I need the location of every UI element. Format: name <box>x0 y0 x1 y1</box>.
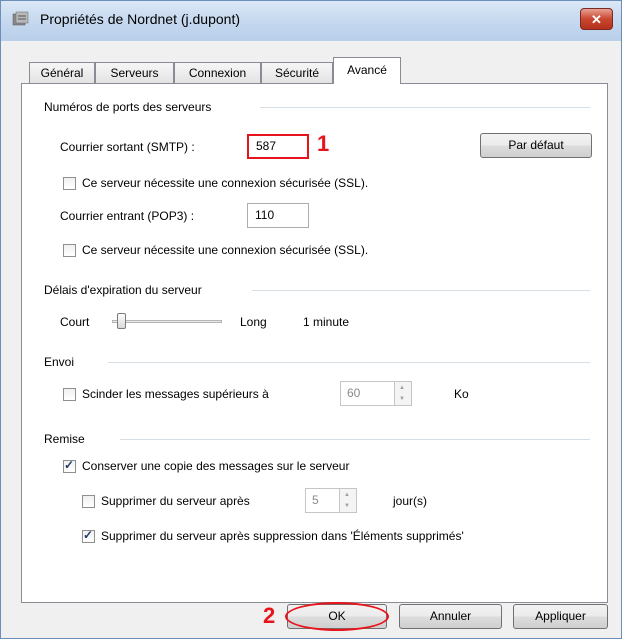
tab-advanced[interactable]: Avancé <box>333 57 401 84</box>
pop3-port-input[interactable]: 110 <box>247 203 309 228</box>
smtp-ssl-label: Ce serveur nécessite une connexion sécur… <box>82 176 369 190</box>
split-size-value: 60 <box>347 386 361 400</box>
spin-down-icon[interactable]: ▼ <box>344 503 350 509</box>
spin-up-icon[interactable]: ▲ <box>399 385 405 391</box>
tab-servers[interactable]: Serveurs <box>95 62 174 83</box>
timeout-section-divider <box>252 290 590 291</box>
tab-panel-advanced <box>21 83 608 603</box>
split-size-spinner[interactable]: 60 ▲ ▼ <box>340 381 412 406</box>
spinner-arrows[interactable]: ▲ ▼ <box>339 489 356 512</box>
cancel-button[interactable]: Annuler <box>399 604 502 629</box>
split-size-unit: Ko <box>454 387 469 401</box>
timeout-slider-thumb[interactable] <box>117 313 127 329</box>
annotation-step-1: 1 <box>317 131 330 156</box>
keep-copy-label: Conserver une copie des messages sur le … <box>82 459 350 473</box>
ok-annotation-ellipse <box>285 602 389 631</box>
delivery-section-divider <box>120 439 590 440</box>
ports-section-divider <box>260 107 590 108</box>
spin-up-icon[interactable]: ▲ <box>344 492 350 498</box>
delete-after-days-spinner[interactable]: 5 ▲ ▼ <box>305 488 357 513</box>
apply-button[interactable]: Appliquer <box>513 604 608 629</box>
pop3-ssl-checkbox[interactable] <box>63 244 76 257</box>
delete-after-checkbox[interactable] <box>82 495 95 508</box>
ports-section-title: Numéros de ports des serveurs <box>44 100 212 114</box>
outlook-app-icon <box>12 11 30 27</box>
delivery-section-title: Remise <box>44 432 85 446</box>
annotation-step-2: 2 <box>263 603 276 628</box>
timeout-short-label: Court <box>60 315 90 329</box>
split-messages-label: Scinder les messages supérieurs à <box>82 387 269 401</box>
timeout-slider-track[interactable] <box>112 320 222 323</box>
smtp-port-input[interactable]: 587 <box>247 134 309 159</box>
keep-copy-checkbox[interactable] <box>63 458 76 473</box>
send-section-title: Envoi <box>44 355 75 369</box>
smtp-port-label: Courrier sortant (SMTP) : <box>60 140 195 154</box>
smtp-ssl-checkbox[interactable] <box>63 177 76 190</box>
close-button[interactable]: ✕ <box>580 8 613 30</box>
delete-after-unit: jour(s) <box>393 494 428 508</box>
timeout-long-label: Long <box>240 315 267 329</box>
spin-down-icon[interactable]: ▼ <box>399 396 405 402</box>
timeout-section-title: Délais d'expiration du serveur <box>44 283 202 297</box>
split-messages-checkbox[interactable] <box>63 388 76 401</box>
timeout-value-label: 1 minute <box>303 315 350 329</box>
default-ports-button[interactable]: Par défaut <box>480 133 592 158</box>
tab-connection[interactable]: Connexion <box>174 62 261 83</box>
delete-after-label: Supprimer du serveur après <box>101 494 250 508</box>
delete-deleted-items-label: Supprimer du serveur après suppression d… <box>101 529 464 543</box>
window-title: Propriétés de Nordnet (j.dupont) <box>40 11 240 27</box>
delete-deleted-items-checkbox[interactable] <box>82 528 95 543</box>
tab-security[interactable]: Sécurité <box>261 62 333 83</box>
tab-general[interactable]: Général <box>29 62 95 83</box>
send-section-divider <box>108 362 590 363</box>
pop3-ssl-label: Ce serveur nécessite une connexion sécur… <box>82 243 369 257</box>
spinner-arrows[interactable]: ▲ ▼ <box>394 382 411 405</box>
pop3-port-label: Courrier entrant (POP3) : <box>60 209 195 223</box>
delete-after-days-value: 5 <box>312 493 319 507</box>
